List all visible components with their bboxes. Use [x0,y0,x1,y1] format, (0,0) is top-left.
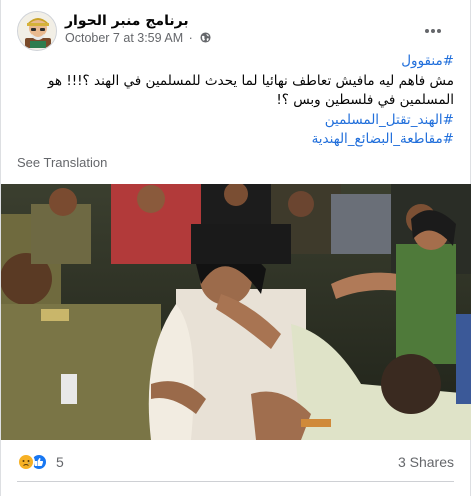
globe-icon[interactable] [200,32,211,43]
action-divider [17,481,454,482]
reaction-count[interactable]: 5 [56,454,64,470]
post-meta: October 7 at 3:59 AM · [65,31,211,45]
post-text-line: المسلمين في فلسطين وبس ؟! [276,92,454,108]
post-message: #منقوول مش فاهم ليه مافيش تعاطف نهائيا ل… [17,52,454,150]
post-card: برنامج منبر الحوار October 7 at 3:59 AM … [0,0,471,496]
more-horizontal-icon [425,29,441,33]
reaction-summary[interactable]: 5 [17,452,64,472]
see-translation-link[interactable]: See Translation [17,155,107,170]
action-bar [17,486,454,496]
hashtag-link[interactable]: #مقاطعة_البضائع_الهندية [17,130,454,150]
sad-reaction-icon [17,453,35,471]
sad-face-icon [22,460,30,466]
share-button[interactable] [308,486,454,496]
post-timestamp[interactable]: October 7 at 3:59 AM [65,31,183,45]
comment-button[interactable] [163,486,309,496]
post-header: برنامج منبر الحوار October 7 at 3:59 AM … [17,11,457,51]
like-button[interactable] [17,486,163,496]
avatar-image [18,12,56,50]
post-text-line: مش فاهم ليه مافيش تعاطف نهائيا لما يحدث … [47,72,454,89]
post-photo[interactable] [1,184,471,440]
hashtag-link[interactable]: #منقوول [17,52,454,72]
share-count[interactable]: 3 Shares [398,454,454,470]
hashtag-link[interactable]: #الهند_تقتل_المسلمين [17,111,454,131]
author-name[interactable]: برنامج منبر الحوار [65,13,189,29]
post-options-button[interactable] [417,15,449,47]
author-avatar[interactable] [17,11,57,51]
meta-separator: · [188,31,193,45]
